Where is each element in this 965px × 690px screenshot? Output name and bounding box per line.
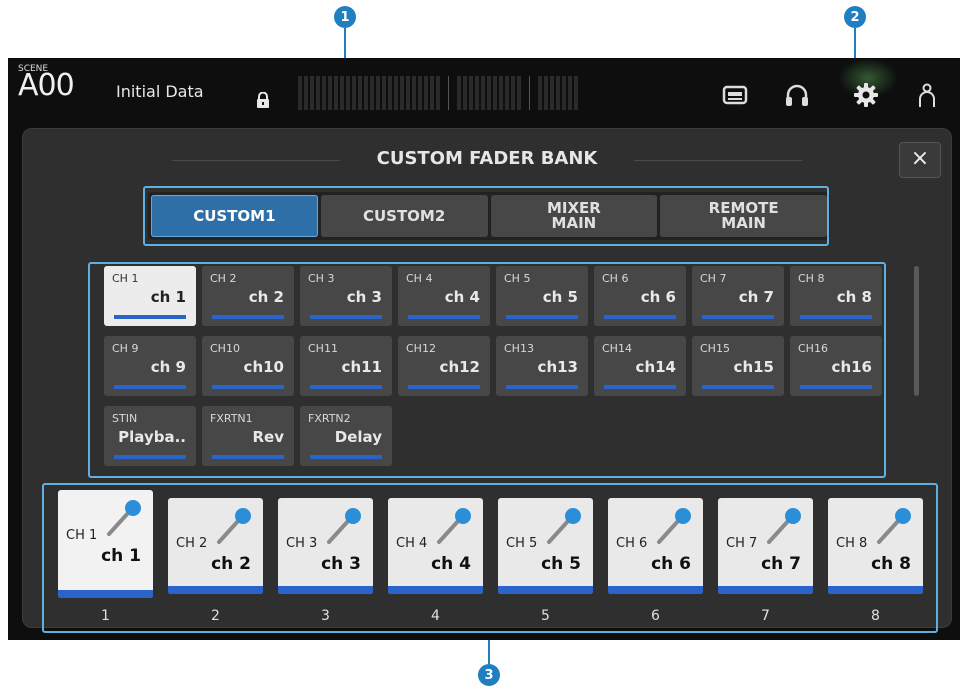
meter-bar: [310, 76, 314, 110]
meter-bar: [364, 76, 368, 110]
meter-bar: [316, 76, 320, 110]
meter-bar: [400, 76, 404, 110]
meter-bar: [499, 76, 503, 110]
meter-bar: [304, 76, 308, 110]
meter-bar: [358, 76, 362, 110]
meter-bar: [493, 76, 497, 110]
meter-bar: [376, 76, 380, 110]
meter-bar: [394, 76, 398, 110]
meter-bar: [412, 76, 416, 110]
meter-bar: [340, 76, 344, 110]
user-icon[interactable]: [914, 82, 940, 108]
meter-bar: [418, 76, 422, 110]
callout-2: 2: [844, 6, 866, 28]
meter-bar: [448, 76, 449, 110]
meter-bar: [346, 76, 350, 110]
callout-1: 1: [334, 6, 356, 28]
callout-3-frame: [42, 483, 938, 633]
meter-bar: [517, 76, 521, 110]
meter-bar: [352, 76, 356, 110]
meter-bar: [562, 76, 566, 110]
meter-bar: [511, 76, 515, 110]
lock-icon[interactable]: [256, 92, 270, 108]
meter-bar: [424, 76, 428, 110]
level-meters[interactable]: [298, 76, 658, 110]
close-button[interactable]: ×: [899, 142, 941, 178]
meter-bar: [463, 76, 467, 110]
meter-bar: [574, 76, 578, 110]
callout-3: 3: [478, 664, 500, 686]
meter-bar: [481, 76, 485, 110]
callout-2-frame: [88, 262, 886, 478]
meter-bar: [334, 76, 338, 110]
meter-bar: [487, 76, 491, 110]
meter-bar: [406, 76, 410, 110]
panel-title: CUSTOM FADER BANK: [376, 148, 598, 169]
headphones-icon[interactable]: [784, 82, 810, 108]
meter-bar: [544, 76, 548, 110]
callout-1-frame: [143, 186, 829, 246]
meter-bar: [382, 76, 386, 110]
meter-bar: [328, 76, 332, 110]
meter-bar: [298, 76, 302, 110]
meter-bar: [538, 76, 542, 110]
title-rule-right: [634, 160, 802, 161]
gear-icon[interactable]: [853, 82, 879, 108]
meter-bar: [556, 76, 560, 110]
meter-bar: [436, 76, 440, 110]
meter-bar: [388, 76, 392, 110]
meter-bar: [529, 76, 530, 110]
scene-number[interactable]: A00: [18, 68, 75, 103]
meter-bar: [475, 76, 479, 110]
meter-bar: [505, 76, 509, 110]
scene-title[interactable]: Initial Data: [116, 82, 204, 101]
grid-scrollbar[interactable]: [914, 266, 919, 396]
meter-bar: [568, 76, 572, 110]
meter-bar: [469, 76, 473, 110]
meter-bar: [322, 76, 326, 110]
meter-bar: [550, 76, 554, 110]
recorder-icon[interactable]: [722, 82, 748, 108]
meter-bar: [430, 76, 434, 110]
meter-bar: [370, 76, 374, 110]
meter-bar: [457, 76, 461, 110]
